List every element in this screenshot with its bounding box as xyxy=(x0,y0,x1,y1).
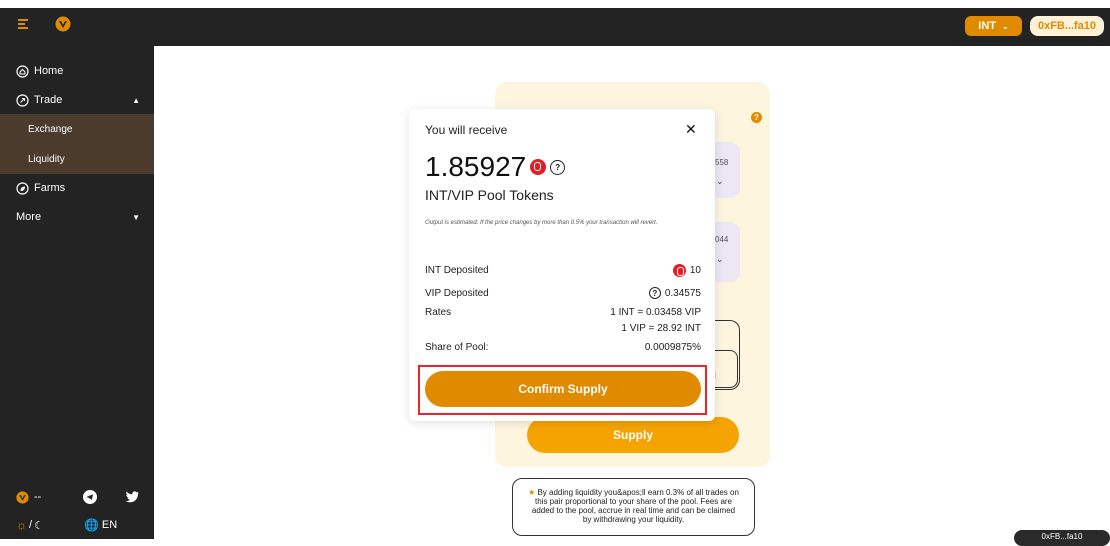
rate-inverse: 1 VIP = 28.92 INT xyxy=(621,323,701,334)
sun-icon[interactable]: ☼ xyxy=(16,518,27,532)
vip-token-icon: ? xyxy=(550,159,566,175)
menu-toggle-icon[interactable] xyxy=(18,19,30,29)
logo-icon[interactable] xyxy=(55,16,71,32)
star-icon: ★ xyxy=(528,488,536,497)
share-of-pool-row: Share of Pool: 0.0009875% xyxy=(425,342,701,353)
row-value: 10 xyxy=(689,265,701,276)
help-icon[interactable]: ? xyxy=(751,112,762,123)
int-deposited-row: INT Deposited 10 xyxy=(425,264,701,277)
chevron-down-icon[interactable]: ⌄ xyxy=(716,254,724,265)
sidebar-footer-settings: ☼ / ☾ 🌐 EN xyxy=(16,516,140,534)
row-label: INT Deposited xyxy=(425,265,489,276)
language-label[interactable]: EN xyxy=(102,519,117,531)
int-token-icon xyxy=(530,159,547,175)
logo-icon xyxy=(16,490,29,504)
account-pill[interactable]: 0xFB...fa10 xyxy=(1014,530,1110,546)
sidebar-item-home[interactable]: Home xyxy=(0,58,154,84)
int-token-icon xyxy=(672,264,686,277)
network-select-button[interactable]: INT ⌄ xyxy=(965,16,1022,36)
row-label: Rates xyxy=(425,307,452,318)
rates-row: Rates 1 INT = 0.03458 VIP xyxy=(425,307,701,318)
sidebar-item-liquidity[interactable]: Liquidity xyxy=(0,144,154,174)
sidebar-item-label: Exchange xyxy=(28,123,73,135)
confirm-supply-button[interactable]: Confirm Supply xyxy=(425,371,701,407)
caret-down-icon: ▼ xyxy=(132,212,140,222)
globe-icon[interactable]: 🌐 xyxy=(84,518,99,532)
chevron-down-icon[interactable]: ⌄ xyxy=(716,176,724,187)
sidebar: Home Trade ▲ Exchange Liquidity Farms Mo… xyxy=(0,46,154,539)
home-icon xyxy=(16,64,29,78)
trade-icon xyxy=(16,93,29,107)
pool-token-name: INT/VIP Pool Tokens xyxy=(425,187,554,203)
account-button[interactable]: 0xFB...fa10 xyxy=(1030,16,1104,36)
sidebar-item-label: Liquidity xyxy=(28,153,65,165)
top-bar xyxy=(0,8,1110,46)
row-label: VIP Deposited xyxy=(425,287,489,299)
vip-deposited-row: VIP Deposited ? 0.34575 xyxy=(425,287,701,299)
chevron-down-icon: ⌄ xyxy=(1002,21,1009,31)
sidebar-footer-row: -- xyxy=(16,488,140,506)
sidebar-item-farms[interactable]: Farms xyxy=(0,175,154,201)
sidebar-item-label: Trade xyxy=(34,94,63,106)
sidebar-item-label: Home xyxy=(34,65,64,77)
modal-title: You will receive xyxy=(425,123,508,137)
estimate-note: Output is estimated. If the price change… xyxy=(425,220,658,226)
sidebar-item-more[interactable]: More ▼ xyxy=(0,204,154,230)
row-label: Share of Pool: xyxy=(425,342,489,353)
caret-up-icon: ▲ xyxy=(132,95,140,105)
sidebar-item-exchange[interactable]: Exchange xyxy=(0,114,154,144)
token-b-balance: 044 xyxy=(715,235,729,244)
note-text: By adding liquidity you&apos;ll earn 0.3… xyxy=(531,488,739,524)
twitter-icon[interactable] xyxy=(125,491,139,503)
token-a-balance: 558 xyxy=(715,158,729,167)
liquidity-info-note: ★ By adding liquidity you&apos;ll earn 0… xyxy=(512,478,755,536)
token-price: -- xyxy=(34,491,42,503)
row-value: 1 INT = 0.03458 VIP xyxy=(610,307,701,318)
sidebar-item-trade[interactable]: Trade ▲ xyxy=(0,87,154,113)
farms-icon xyxy=(16,181,29,195)
row-value: 0.34575 xyxy=(664,287,701,299)
network-label: INT xyxy=(978,20,997,32)
close-icon[interactable]: ✕ xyxy=(685,121,697,138)
top-strip xyxy=(0,0,1110,8)
row-value: 0.0009875% xyxy=(644,342,701,353)
receive-amount: 1.85927 xyxy=(425,151,527,182)
sidebar-item-label: Farms xyxy=(34,182,66,194)
sidebar-item-label: More xyxy=(16,211,42,223)
supply-button[interactable]: Supply xyxy=(527,417,739,453)
moon-icon[interactable]: ☾ xyxy=(34,519,44,532)
receive-amount-row: 1.85927 ? xyxy=(425,151,566,183)
theme-separator: / xyxy=(29,519,33,531)
vip-token-icon: ? xyxy=(648,287,661,299)
telegram-icon[interactable] xyxy=(83,490,98,504)
